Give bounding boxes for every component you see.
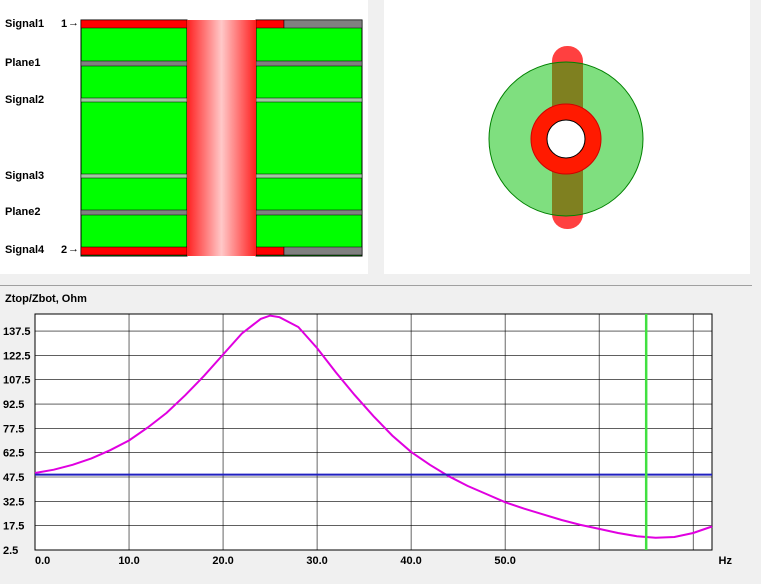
- x-unit-label: Hz: [719, 555, 733, 567]
- y-tick-label: 47.5: [3, 472, 24, 484]
- x-tick-label: 40.0: [400, 555, 421, 567]
- stackup-cross-section-panel: Signal1 Plane1 Signal2 Signal3 Plane2 Si…: [0, 0, 368, 274]
- x-tick-label: 50.0: [494, 555, 515, 567]
- plane1-right: [255, 60, 363, 67]
- signal1-trace-right: [255, 19, 285, 29]
- signal1-trace-left: [80, 19, 188, 29]
- plane2-right: [255, 209, 363, 216]
- signal2-right: [255, 97, 363, 103]
- plane1-left: [80, 60, 188, 67]
- y-tick-label: 62.5: [3, 448, 24, 460]
- signal4-trace-left: [80, 246, 188, 256]
- plane2-left: [80, 209, 188, 216]
- y-tick-label: 137.5: [3, 326, 31, 338]
- impedance-chart: 2.5 17.5 32.5 47.5 62.5 77.5 92.5 107.5 122.5 137…: [3, 313, 733, 567]
- stackup-drawing: [80, 19, 363, 257]
- via-drill: [546, 119, 586, 159]
- y-tick-label: 92.5: [3, 399, 24, 411]
- signal3-left: [80, 173, 188, 179]
- via-barrel: [187, 20, 256, 256]
- panel-divider: [0, 285, 752, 286]
- x-tick-label: 30.0: [306, 555, 327, 567]
- signal3-right: [255, 173, 363, 179]
- y-tick-label: 122.5: [3, 350, 31, 362]
- signal4-trace-right: [255, 246, 285, 256]
- x-tick-label: 10.0: [118, 555, 139, 567]
- signal1-plane-right: [283, 19, 363, 29]
- impedance-plot-panel: Ztop/Zbot, Ohm 2.5 17.5 32.5 47.5 62.5 77.5 92…: [0, 287, 761, 584]
- via-top-view-drawing: [488, 46, 644, 229]
- signal4-plane-right: [283, 246, 363, 256]
- y-tick-label: 32.5: [3, 496, 24, 508]
- dielectric-right: [255, 19, 363, 257]
- y-tick-label: 2.5: [3, 545, 18, 557]
- y-tick-label: 107.5: [3, 375, 31, 387]
- x-tick-label: 20.0: [212, 555, 233, 567]
- via-top-view-panel: [384, 0, 750, 274]
- signal2-left: [80, 97, 188, 103]
- dielectric-left: [80, 19, 188, 257]
- x-tick-label: 0.0: [35, 555, 50, 567]
- plot-area: [34, 313, 713, 551]
- y-tick-label: 17.5: [3, 521, 24, 533]
- y-tick-label: 77.5: [3, 423, 24, 435]
